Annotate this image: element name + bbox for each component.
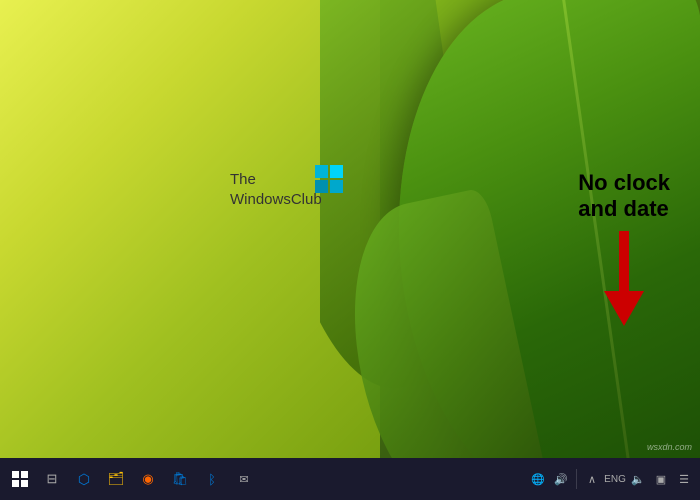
win-sq-bl [315, 180, 328, 193]
action-center-icon-symbol: ☰ [679, 473, 689, 486]
task-view-button[interactable]: ⊟ [38, 465, 66, 493]
chevron-up-icon-symbol: ∧ [588, 473, 596, 486]
logo-line1: The [230, 171, 256, 188]
logo-text: The WindowsClub [230, 171, 322, 208]
display-tray-icon[interactable]: ▣ [651, 465, 671, 493]
edge-icon: ⬡ [78, 471, 90, 488]
logo-line2: WindowsClub [230, 191, 322, 208]
display-icon: ▣ [656, 473, 666, 486]
tray-divider [576, 469, 577, 489]
speaker-tray-icon[interactable]: 🔊 [551, 465, 571, 493]
bluetooth-button[interactable]: ᛒ [198, 465, 226, 493]
annotation-line1: No clock [578, 170, 670, 195]
keyboard-icon: ENG [604, 474, 626, 485]
store-icon: 🛍 [172, 471, 189, 487]
store-button[interactable]: 🛍 [166, 465, 194, 493]
annotation: No clock and date [578, 170, 670, 331]
windows-logo-small [315, 165, 343, 193]
volume-tray-icon[interactable]: 🔈 [628, 465, 648, 493]
speaker-icon: 🔊 [554, 473, 568, 486]
system-tray: 🌐 🔊 ∧ ENG 🔈 ▣ ☰ [528, 465, 694, 493]
network-tray-icon[interactable]: 🌐 [528, 465, 548, 493]
start-button[interactable] [6, 465, 34, 493]
desktop: The WindowsClub No clock and date wsxdn.… [0, 0, 700, 500]
annotation-line2: and date [578, 196, 668, 221]
chevron-up-icon[interactable]: ∧ [582, 465, 602, 493]
mail-button[interactable]: ✉ [230, 465, 258, 493]
arrow-down-container [578, 231, 670, 331]
windows-logo-icon [12, 471, 28, 487]
mail-icon: ✉ [239, 473, 248, 486]
watermark: wsxdn.com [647, 442, 692, 452]
win-sq-br [330, 180, 343, 193]
file-explorer-button[interactable]: 🗂 [102, 465, 130, 493]
taskbar-left: ⊟ ⬡ 🗂 ◉ 🛍 ᛒ ✉ [6, 465, 258, 493]
annotation-text: No clock and date [578, 170, 670, 223]
volume-icon: 🔈 [631, 473, 645, 486]
logo-area: The WindowsClub [230, 170, 322, 209]
action-center-icon[interactable]: ☰ [674, 465, 694, 493]
task-view-icon: ⊟ [47, 471, 58, 487]
firefox-button[interactable]: ◉ [134, 465, 162, 493]
network-icon: 🌐 [531, 473, 545, 486]
taskbar: ⊟ ⬡ 🗂 ◉ 🛍 ᛒ ✉ [0, 458, 700, 500]
keyboard-tray-icon[interactable]: ENG [605, 465, 625, 493]
down-arrow-icon [599, 231, 649, 331]
file-explorer-icon: 🗂 [108, 471, 125, 487]
win-sq-tr [330, 165, 343, 178]
firefox-icon: ◉ [142, 471, 153, 487]
win-sq-tl [315, 165, 328, 178]
bluetooth-icon: ᛒ [208, 472, 216, 487]
edge-button[interactable]: ⬡ [70, 465, 98, 493]
